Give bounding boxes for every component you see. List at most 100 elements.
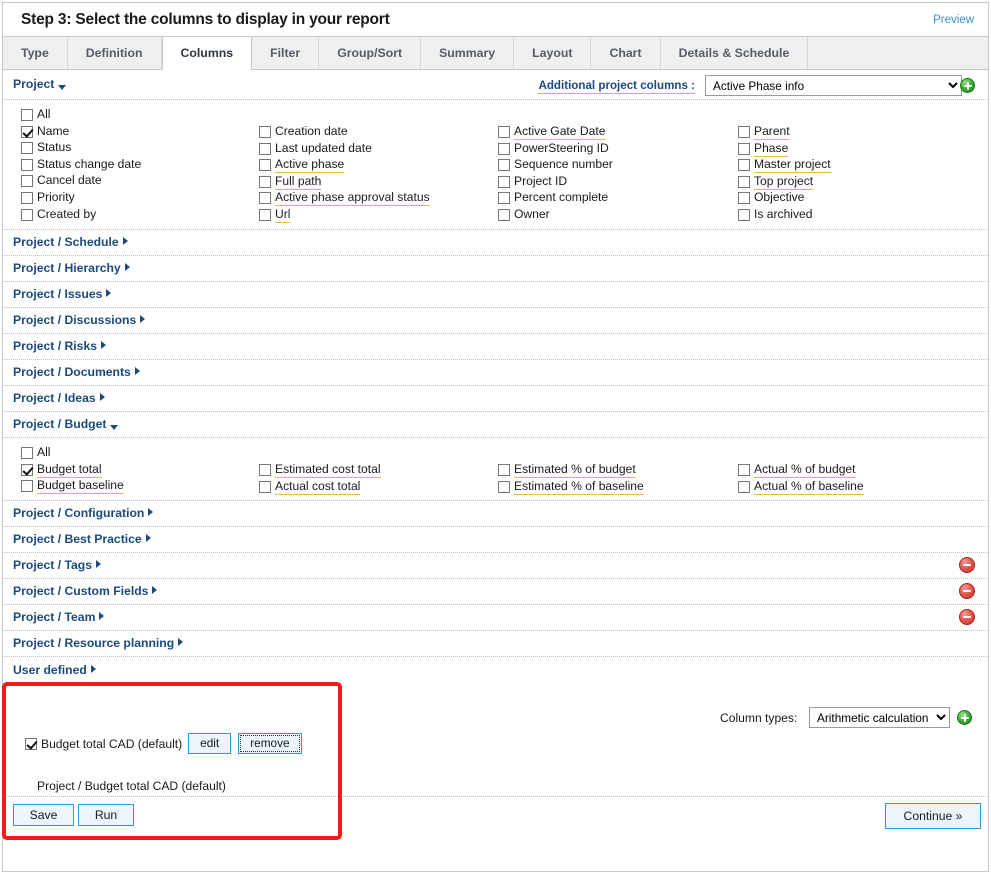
tab-summary[interactable]: Summary — [421, 37, 515, 69]
collapsed-groups-upper: Project / Schedule Project / Hierarchy Pro… — [3, 230, 988, 412]
checkbox-priority[interactable] — [21, 191, 33, 204]
checkbox-row: Active Gate Date — [498, 124, 613, 141]
tab-columns[interactable]: Columns — [161, 37, 253, 70]
checkbox-estimated-of-baseline[interactable] — [498, 480, 510, 493]
checkbox-owner[interactable] — [498, 208, 510, 221]
checkbox-parent[interactable] — [738, 126, 750, 138]
checkbox-created-by[interactable] — [21, 208, 33, 221]
checkbox-percent-complete[interactable] — [498, 192, 510, 205]
remove-column-button[interactable]: remove — [238, 733, 302, 754]
group-header-user-defined[interactable]: User defined — [13, 663, 96, 677]
checkbox-budget-total[interactable] — [21, 463, 33, 476]
group-header-project-schedule[interactable]: Project / Schedule — [13, 235, 128, 249]
checkbox-row: Status change date — [21, 157, 141, 174]
group-header-project-ideas[interactable]: Project / Ideas — [13, 391, 105, 405]
checkbox-label: Objective — [754, 190, 805, 205]
checkbox-budget-baseline[interactable] — [21, 480, 33, 493]
tab-layout[interactable]: Layout — [514, 37, 592, 69]
group-header-project-discussions[interactable]: Project / Discussions — [13, 313, 146, 327]
checkbox-active-gate-date[interactable] — [498, 126, 510, 138]
checkbox-url[interactable] — [259, 208, 271, 221]
tab-definition[interactable]: Definition — [67, 37, 162, 69]
group-header-label: Project / Team — [13, 610, 96, 624]
continue-button[interactable]: Continue » — [885, 803, 981, 829]
checkbox-active-phase-approval-status[interactable] — [259, 192, 271, 205]
checkbox-label: Estimated % of budget — [514, 462, 636, 478]
tab-filter[interactable]: Filter — [252, 37, 320, 69]
edit-column-button[interactable]: edit — [188, 733, 232, 754]
save-button[interactable]: Save — [13, 804, 74, 826]
group-header-project-resource-planning[interactable]: Project / Resource planning — [13, 636, 184, 650]
group-header-project-documents[interactable]: Project / Documents — [13, 365, 140, 379]
chevron-right-icon — [178, 638, 184, 646]
checkbox-last-updated-date[interactable] — [259, 142, 271, 155]
preview-link[interactable]: Preview — [933, 14, 974, 26]
checkbox-actual-cost-total[interactable] — [259, 480, 271, 493]
checkbox-all[interactable] — [21, 109, 33, 121]
group-header-project-best-practice[interactable]: Project / Best Practice — [13, 532, 151, 546]
checkbox-row: All — [21, 445, 124, 462]
checkbox-sequence-number[interactable] — [498, 159, 510, 172]
additional-project-columns-select[interactable]: Active Phase info — [705, 75, 962, 96]
add-user-defined-column-button[interactable] — [957, 710, 972, 725]
user-defined-column-checkbox[interactable] — [25, 737, 37, 750]
tab-type[interactable]: Type — [3, 37, 68, 69]
chevron-right-icon — [106, 289, 112, 297]
group-header-row: Project / Custom Fields — [3, 579, 988, 605]
checkbox-name[interactable] — [21, 125, 33, 138]
minus-circle-icon[interactable] — [959, 557, 975, 573]
checkbox-project-id[interactable] — [498, 175, 510, 188]
group-header-project-risks[interactable]: Project / Risks — [13, 339, 106, 353]
add-additional-column-button[interactable] — [960, 78, 975, 93]
group-header-label: Project / Ideas — [13, 391, 96, 405]
group-header-project-hierarchy[interactable]: Project / Hierarchy — [13, 261, 130, 275]
chevron-right-icon — [134, 367, 140, 375]
group-header-project[interactable]: Project — [13, 77, 67, 91]
group-header-label: Project / Risks — [13, 339, 97, 353]
tab-group-sort[interactable]: Group/Sort — [319, 37, 422, 69]
tab-chart[interactable]: Chart — [591, 37, 661, 69]
checkbox-top-project[interactable] — [738, 175, 750, 188]
group-header-row: Project / Schedule — [3, 230, 988, 256]
checkbox-estimated-of-budget[interactable] — [498, 464, 510, 476]
checkbox-label: All — [37, 445, 51, 459]
checkbox-status-change-date[interactable] — [21, 158, 33, 171]
group-header-project-custom-fields[interactable]: Project / Custom Fields — [13, 584, 158, 598]
group-header-project-issues[interactable]: Project / Issues — [13, 287, 112, 301]
column-types-select[interactable]: Arithmetic calculation — [809, 707, 950, 728]
checkbox-objective[interactable] — [738, 192, 750, 205]
checkbox-master-project[interactable] — [738, 159, 750, 172]
checkbox-row: Name — [21, 124, 141, 141]
group-header-project-budget[interactable]: Project / Budget — [13, 417, 119, 431]
minus-circle-icon[interactable] — [959, 583, 975, 599]
checkbox-row: Estimated % of baseline — [498, 479, 644, 496]
checkbox-active-phase[interactable] — [259, 159, 271, 172]
checkbox-phase[interactable] — [738, 142, 750, 155]
tab-details-schedule[interactable]: Details & Schedule — [660, 37, 809, 69]
checkbox-cancel-date[interactable] — [21, 175, 33, 188]
checkbox-row: Url — [259, 207, 430, 224]
checkbox-status[interactable] — [21, 142, 33, 155]
checkbox-creation-date[interactable] — [259, 126, 271, 138]
tab-label: Group/Sort — [337, 46, 403, 60]
run-button[interactable]: Run — [78, 804, 134, 826]
checkbox-all[interactable] — [21, 447, 33, 459]
checkbox-full-path[interactable] — [259, 175, 271, 188]
checkbox-estimated-cost-total[interactable] — [259, 464, 271, 476]
checkbox-actual-of-budget[interactable] — [738, 464, 750, 476]
footer-bar: Save Run Continue » — [3, 797, 988, 834]
minus-circle-icon[interactable] — [959, 609, 975, 625]
checkbox-is-archived[interactable] — [738, 208, 750, 221]
group-header-row: Project / Issues — [3, 282, 988, 308]
group-header-project-tags[interactable]: Project / Tags — [13, 558, 102, 572]
group-header-row: Project / Team — [3, 605, 988, 631]
group-header-project-team[interactable]: Project / Team — [13, 610, 105, 624]
tab-bar-filler — [808, 37, 988, 69]
checkbox-powersteering-id[interactable] — [498, 142, 510, 155]
checkbox-actual-of-baseline[interactable] — [738, 480, 750, 493]
group-header-row: Project / Configuration — [3, 501, 988, 527]
checkbox-label: Sequence number — [514, 157, 613, 172]
tab-label: Columns — [180, 46, 234, 60]
group-header-project-configuration[interactable]: Project / Configuration — [13, 506, 154, 520]
checkbox-label: Budget total — [37, 461, 102, 478]
